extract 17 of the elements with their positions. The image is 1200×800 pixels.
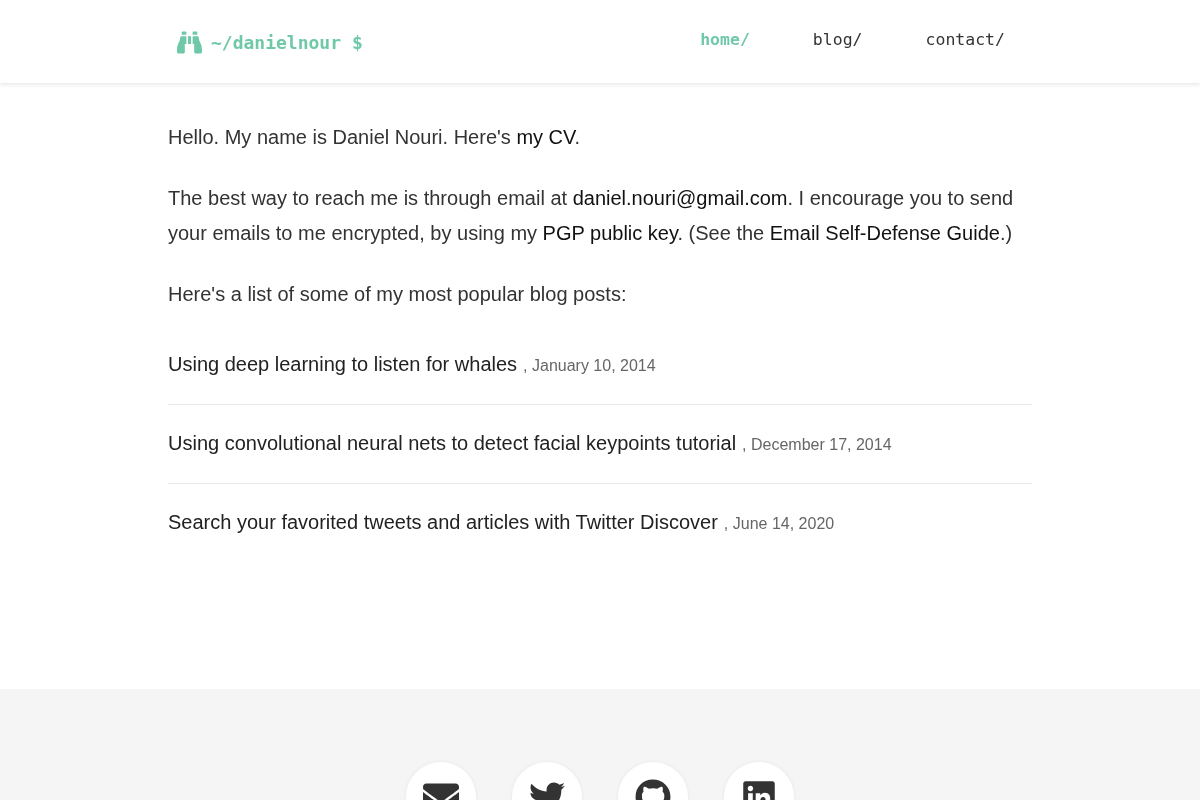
post-title-link[interactable]: Using deep learning to listen for whales [168, 353, 518, 375]
cv-link[interactable]: my CV [516, 126, 575, 148]
post-title-link[interactable]: Search your favorited tweets and articles with Twitter Discover [168, 511, 718, 533]
post-date: , December 17, 2014 [742, 436, 892, 453]
nav-link[interactable]: contact/ [925, 29, 1005, 49]
guide-link[interactable]: Email Self-Defense Guide [769, 222, 1000, 244]
pgp-key-link[interactable]: PGP public key [542, 222, 678, 244]
nav-link[interactable]: blog/ [812, 29, 863, 49]
email-link[interactable]: daniel.nouri@gmail.com [572, 187, 788, 209]
binoculars-icon [177, 30, 202, 55]
intro-paragraph: The best way to reach me is through email at daniel.nouri@gmail.com. I encourage you to send your emails to me encrypted, by using my PGP public key. (See the Email Self-Defense Guide.) [168, 186, 1015, 246]
post-date: , January 10, 2014 [523, 357, 656, 374]
post-date: , June 14, 2020 [723, 515, 835, 532]
logo-text: ~/danielnour $ [211, 32, 363, 53]
intro-paragraph: Hello. My name is Daniel Nouri. Here's my CV. [168, 125, 582, 150]
post-title-link[interactable]: Using convolutional neural nets to detect facial keypoints tutorial [168, 432, 737, 454]
intro-paragraph: Here's a list of some of my most popular blog posts: [168, 282, 628, 307]
